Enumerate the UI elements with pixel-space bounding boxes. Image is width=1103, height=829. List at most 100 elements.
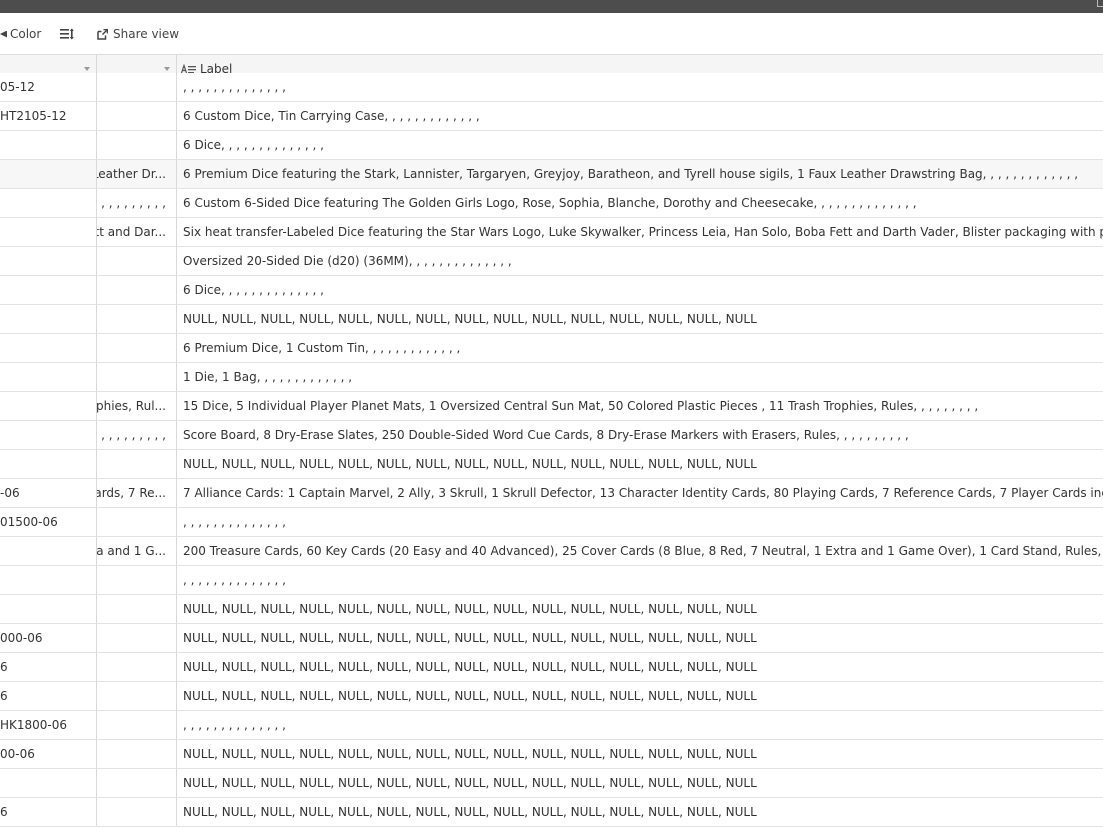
label-cell[interactable]: NULL, NULL, NULL, NULL, NULL, NULL, NULL…: [177, 450, 1103, 478]
label-cell[interactable]: Score Board, 8 Dry-Erase Slates, 250 Dou…: [177, 421, 1103, 449]
cell-b[interactable]: [97, 798, 177, 826]
table-row[interactable]: HK1800-06 , , , , , , , , , , , , , ,: [0, 711, 1103, 740]
cell-a[interactable]: HT2105-12: [0, 102, 97, 130]
cell-b[interactable]: [97, 363, 177, 391]
table-row[interactable]: NULL, NULL, NULL, NULL, NULL, NULL, NULL…: [0, 305, 1103, 334]
label-cell[interactable]: 6 Custom 6-Sided Dice featuring The Gold…: [177, 189, 1103, 217]
cell-a[interactable]: [0, 276, 97, 304]
cell-a[interactable]: [0, 421, 97, 449]
label-cell[interactable]: NULL, NULL, NULL, NULL, NULL, NULL, NULL…: [177, 595, 1103, 623]
cell-a[interactable]: 6: [0, 653, 97, 681]
cell-a[interactable]: [0, 160, 97, 188]
cell-b[interactable]: [97, 131, 177, 159]
table-row[interactable]: Leather Dr... 6 Premium Dice featuring th…: [0, 160, 1103, 189]
cell-a[interactable]: [0, 218, 97, 246]
cell-b[interactable]: [97, 450, 177, 478]
cell-a[interactable]: [0, 189, 97, 217]
cell-a[interactable]: [0, 363, 97, 391]
cell-a[interactable]: 01500-06: [0, 508, 97, 536]
table-row[interactable]: 05-12 , , , , , , , , , , , , , ,: [0, 73, 1103, 102]
label-cell[interactable]: NULL, NULL, NULL, NULL, NULL, NULL, NULL…: [177, 624, 1103, 652]
table-row[interactable]: , , , , , , , , , , , , , ,: [0, 566, 1103, 595]
cell-b[interactable]: [97, 769, 177, 797]
table-row[interactable]: Fett and Dar... Six heat transfer-Labeled…: [0, 218, 1103, 247]
cell-b[interactable]: , , , , , , , , , , , ,: [97, 189, 177, 217]
table-row[interactable]: Oversized 20-Sided Die (d20) (36MM), , ,…: [0, 247, 1103, 276]
table-row[interactable]: 6 NULL, NULL, NULL, NULL, NULL, NULL, NUL…: [0, 798, 1103, 827]
cell-b[interactable]: [97, 334, 177, 362]
color-button[interactable]: Color: [0, 13, 41, 55]
cell-a[interactable]: 000-06: [0, 624, 97, 652]
table-row[interactable]: 6 NULL, NULL, NULL, NULL, NULL, NULL, NUL…: [0, 682, 1103, 711]
label-cell[interactable]: NULL, NULL, NULL, NULL, NULL, NULL, NULL…: [177, 653, 1103, 681]
cell-a[interactable]: 6: [0, 798, 97, 826]
table-row[interactable]: NULL, NULL, NULL, NULL, NULL, NULL, NULL…: [0, 450, 1103, 479]
cell-a[interactable]: [0, 566, 97, 594]
table-row[interactable]: NULL, NULL, NULL, NULL, NULL, NULL, NULL…: [0, 595, 1103, 624]
cell-a[interactable]: [0, 450, 97, 478]
label-cell[interactable]: , , , , , , , , , , , , , ,: [177, 73, 1103, 101]
label-cell[interactable]: 6 Dice, , , , , , , , , , , , , ,: [177, 276, 1103, 304]
table-row[interactable]: -06Cards, 7 Re... 7 Alliance Cards: 1 Cap…: [0, 479, 1103, 508]
share-view-button[interactable]: Share view: [97, 13, 179, 55]
row-height-button[interactable]: [60, 13, 74, 55]
cell-a[interactable]: [0, 537, 97, 565]
label-cell[interactable]: 1 Die, 1 Bag, , , , , , , , , , , , ,: [177, 363, 1103, 391]
cell-a[interactable]: [0, 769, 97, 797]
cell-a[interactable]: [0, 305, 97, 333]
label-cell[interactable]: Oversized 20-Sided Die (d20) (36MM), , ,…: [177, 247, 1103, 275]
chevron-down-icon[interactable]: [164, 67, 170, 71]
cell-b[interactable]: xtra and 1 G...: [97, 537, 177, 565]
label-cell[interactable]: NULL, NULL, NULL, NULL, NULL, NULL, NULL…: [177, 682, 1103, 710]
cell-b[interactable]: Leather Dr...: [97, 160, 177, 188]
cell-b[interactable]: [97, 276, 177, 304]
table-row[interactable]: 01500-06 , , , , , , , , , , , , , ,: [0, 508, 1103, 537]
label-cell[interactable]: , , , , , , , , , , , , , ,: [177, 508, 1103, 536]
cell-a[interactable]: [0, 247, 97, 275]
table-row[interactable]: 000-06 NULL, NULL, NULL, NULL, NULL, NULL…: [0, 624, 1103, 653]
cell-b[interactable]: [97, 624, 177, 652]
table-row[interactable]: 6 Dice, , , , , , , , , , , , , ,: [0, 276, 1103, 305]
cell-b[interactable]: [97, 682, 177, 710]
cell-b[interactable]: [97, 711, 177, 739]
cell-a[interactable]: 00-06: [0, 740, 97, 768]
cell-b[interactable]: Fett and Dar...: [97, 218, 177, 246]
label-cell[interactable]: 6 Dice, , , , , , , , , , , , , ,: [177, 131, 1103, 159]
cell-a[interactable]: [0, 131, 97, 159]
cell-b[interactable]: [97, 508, 177, 536]
label-cell[interactable]: , , , , , , , , , , , , , ,: [177, 566, 1103, 594]
label-cell[interactable]: 15 Dice, 5 Individual Player Planet Mats…: [177, 392, 1103, 420]
cell-a[interactable]: -06: [0, 479, 97, 507]
table-row[interactable]: 6 NULL, NULL, NULL, NULL, NULL, NULL, NUL…: [0, 653, 1103, 682]
chevron-down-icon[interactable]: [84, 67, 90, 71]
cell-a[interactable]: [0, 392, 97, 420]
cell-a[interactable]: HK1800-06: [0, 711, 97, 739]
cell-a[interactable]: [0, 595, 97, 623]
label-cell[interactable]: 7 Alliance Cards: 1 Captain Marvel, 2 Al…: [177, 479, 1103, 507]
table-row[interactable]: 00-06 NULL, NULL, NULL, NULL, NULL, NULL,…: [0, 740, 1103, 769]
table-row[interactable]: es, , , , , , , , , , Score Board, 8 Dry-…: [0, 421, 1103, 450]
label-cell[interactable]: 6 Premium Dice featuring the Stark, Lann…: [177, 160, 1103, 188]
cell-b[interactable]: es, , , , , , , , , ,: [97, 421, 177, 449]
table-row[interactable]: , , , , , , , , , , , , 6 Custom 6-Sided …: [0, 189, 1103, 218]
cell-b[interactable]: [97, 305, 177, 333]
cell-a[interactable]: 6: [0, 682, 97, 710]
cell-b[interactable]: [97, 247, 177, 275]
cell-a[interactable]: [0, 334, 97, 362]
table-row[interactable]: HT2105-12 6 Custom Dice, Tin Carrying Cas…: [0, 102, 1103, 131]
cell-b[interactable]: [97, 740, 177, 768]
cell-b[interactable]: [97, 653, 177, 681]
label-cell[interactable]: 6 Premium Dice, 1 Custom Tin, , , , , , …: [177, 334, 1103, 362]
cell-b[interactable]: [97, 102, 177, 130]
cell-b[interactable]: Cards, 7 Re...: [97, 479, 177, 507]
label-cell[interactable]: NULL, NULL, NULL, NULL, NULL, NULL, NULL…: [177, 798, 1103, 826]
label-cell[interactable]: NULL, NULL, NULL, NULL, NULL, NULL, NULL…: [177, 769, 1103, 797]
table-row[interactable]: xtra and 1 G... 200 Treasure Cards, 60 Ke…: [0, 537, 1103, 566]
table-row[interactable]: 1 Die, 1 Bag, , , , , , , , , , , , ,: [0, 363, 1103, 392]
label-cell[interactable]: Six heat transfer-Labeled Dice featuring…: [177, 218, 1103, 246]
label-cell[interactable]: , , , , , , , , , , , , , ,: [177, 711, 1103, 739]
label-cell[interactable]: 6 Custom Dice, Tin Carrying Case, , , , …: [177, 102, 1103, 130]
label-cell[interactable]: NULL, NULL, NULL, NULL, NULL, NULL, NULL…: [177, 305, 1103, 333]
cell-b[interactable]: [97, 595, 177, 623]
table-row[interactable]: NULL, NULL, NULL, NULL, NULL, NULL, NULL…: [0, 769, 1103, 798]
